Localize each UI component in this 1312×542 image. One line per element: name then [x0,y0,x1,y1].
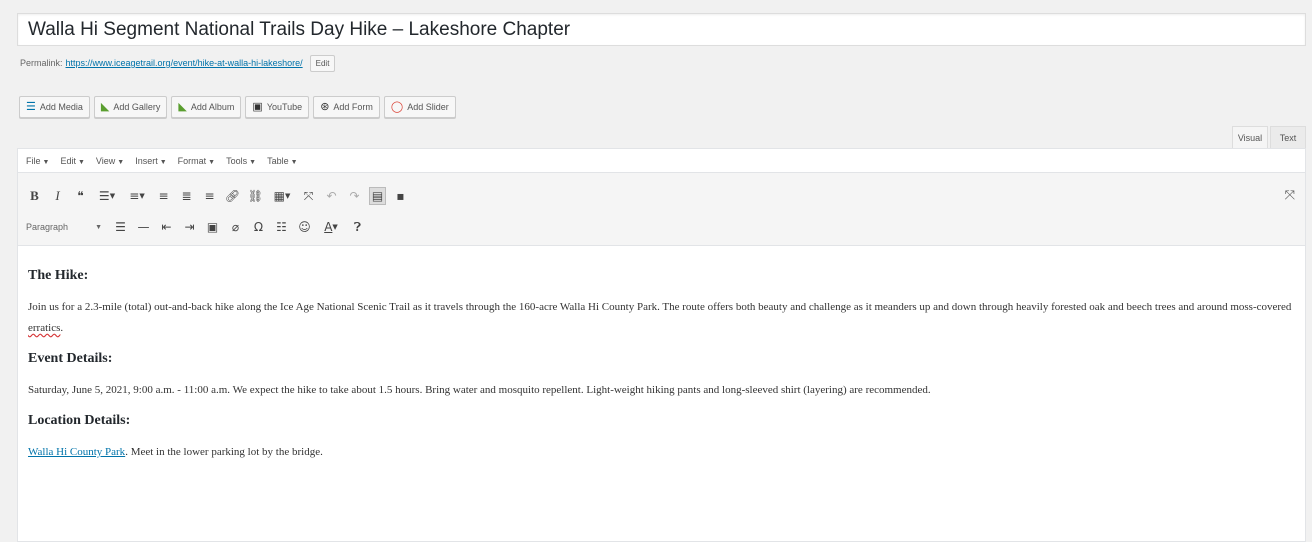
permalink-edit-button[interactable]: Edit [309,54,336,72]
youtube-label: YouTube [266,102,303,112]
menu-file[interactable]: File ▼ [26,156,49,166]
menu-table[interactable]: Table ▼ [267,156,297,166]
blockquote-icon[interactable]: ❝ [72,187,89,205]
link-icon[interactable]: 🔗︎ [224,187,241,205]
menu-insert[interactable]: Insert ▼ [135,156,166,166]
add-gallery-label: Add Gallery [113,102,161,112]
add-album-button[interactable]: ◣ Add Album [171,96,242,118]
heading-location-details: Location Details: [28,413,131,428]
menu-tools[interactable]: Tools ▼ [226,156,256,166]
redo-icon[interactable]: ↷ [346,187,363,205]
anchor-icon[interactable]: ☷ [273,218,290,236]
permalink-bar: Permalink: https://www.iceagetrail.org/e… [20,53,336,73]
gallery-icon: ◣ [100,100,110,113]
slider-icon: ◯ [390,100,404,113]
heading-the-hike: The Hike: [28,268,89,283]
help-icon[interactable]: ❓︎ [349,218,366,236]
add-media-label: Add Media [39,102,83,112]
heading-event-details: Event Details: [28,351,113,366]
album-icon: ◣ [178,100,187,113]
format-select[interactable]: Paragraph ▼ [26,218,106,236]
grid-icon[interactable]: ▪ [392,187,409,205]
align-left-icon[interactable]: ≡ [155,187,172,205]
numbered-list-icon[interactable]: ≡ ▼ [125,187,149,205]
toolbar-row-2: Paragraph ▼ ☰ — ⇤ ⇥ ▣ ⌀ Ω ☷ ☺ A ▼ ❓︎ [26,216,366,238]
outdent-icon[interactable]: ⇤ [158,218,175,236]
add-form-label: Add Form [333,102,373,112]
media-buttons: ☰ Add Media ◣ Add Gallery ◣ Add Album ▣ … [19,96,456,118]
add-gallery-button[interactable]: ◣ Add Gallery [93,96,168,118]
add-form-button[interactable]: ⊛ Add Form [313,96,380,118]
media-icon: ☰ [26,100,36,113]
paste-text-icon[interactable]: ▣ [204,218,221,236]
toolbar-toggle-icon[interactable]: ▤ [369,187,386,205]
clear-formatting-icon[interactable]: ⌀ [227,218,244,236]
add-slider-button[interactable]: ◯ Add Slider [383,96,456,118]
align-center-icon[interactable]: ≣ [178,187,195,205]
align-right-icon[interactable]: ≡ [201,187,218,205]
bullet-list-icon[interactable]: ☰ ▼ [95,187,119,205]
add-album-label: Add Album [190,102,235,112]
menu-edit[interactable]: Edit ▼ [60,156,84,166]
menu-view[interactable]: View ▼ [96,156,124,166]
menu-format[interactable]: Format ▼ [178,156,215,166]
editor-tabs: Visual Text [1232,126,1306,148]
text-color-icon[interactable]: A ▼ [319,218,343,236]
special-character-icon[interactable]: Ω [250,218,267,236]
editor-menubar: File ▼ Edit ▼ View ▼ Insert ▼ Format ▼ Tools ▼… [18,149,1305,173]
indent-icon[interactable]: ⇥ [181,218,198,236]
toolbar-row-1: B I ❝ ☰ ▼ ≡ ▼ ≡ ≣ ≡ 🔗︎ ⛓︎ ▦ ▼ ⤧ ↶ ↷ ▤ ▪ [26,185,409,207]
distraction-free-icon[interactable]: ⤧ [1285,187,1295,203]
chevron-down-icon: ▼ [95,223,102,231]
misspelled-word[interactable]: erratics [28,322,60,334]
youtube-button[interactable]: ▣ YouTube [245,96,310,118]
permalink-link[interactable]: https://www.iceagetrail.org/event/hike-a… [66,58,303,68]
park-link[interactable]: Walla Hi County Park [28,446,125,458]
paragraph-location: Walla Hi County Park. Meet in the lower … [28,446,323,458]
paragraph-hike: Join us for a 2.3-mile (total) out-and-b… [28,301,1292,334]
paragraph-event-details: Saturday, June 5, 2021, 9:00 a.m. - 11:0… [28,384,931,396]
post-title-field[interactable]: Walla Hi Segment National Trails Day Hik… [17,13,1306,46]
editor: File ▼ Edit ▼ View ▼ Insert ▼ Format ▼ Tools ▼… [17,148,1306,542]
add-media-button[interactable]: ☰ Add Media [19,96,90,118]
format-select-value: Paragraph [26,222,69,232]
italic-icon[interactable]: I [49,187,66,205]
emoticons-icon[interactable]: ☺ [296,218,313,236]
editor-content[interactable]: The Hike: Join us for a 2.3-mile (total)… [18,246,1305,463]
add-slider-label: Add Slider [407,102,449,112]
fullscreen-icon[interactable]: ⤧ [300,187,317,205]
editor-toolbars: B I ❝ ☰ ▼ ≡ ▼ ≡ ≣ ≡ 🔗︎ ⛓︎ ▦ ▼ ⤧ ↶ ↷ ▤ ▪ Par… [18,173,1305,246]
horizontal-line-icon[interactable]: — [135,218,152,236]
post-title-input[interactable]: Walla Hi Segment National Trails Day Hik… [18,14,1305,45]
tab-visual[interactable]: Visual [1232,126,1268,148]
bold-icon[interactable]: B [26,187,43,205]
form-icon: ⊛ [320,100,330,113]
tab-text[interactable]: Text [1270,126,1306,148]
youtube-icon: ▣ [252,100,263,113]
table-icon[interactable]: ▦ ▼ [270,187,294,205]
undo-icon[interactable]: ↶ [323,187,340,205]
justify-icon[interactable]: ☰ [112,218,129,236]
unlink-icon[interactable]: ⛓︎ [247,187,264,205]
permalink-label: Permalink: [20,58,63,68]
